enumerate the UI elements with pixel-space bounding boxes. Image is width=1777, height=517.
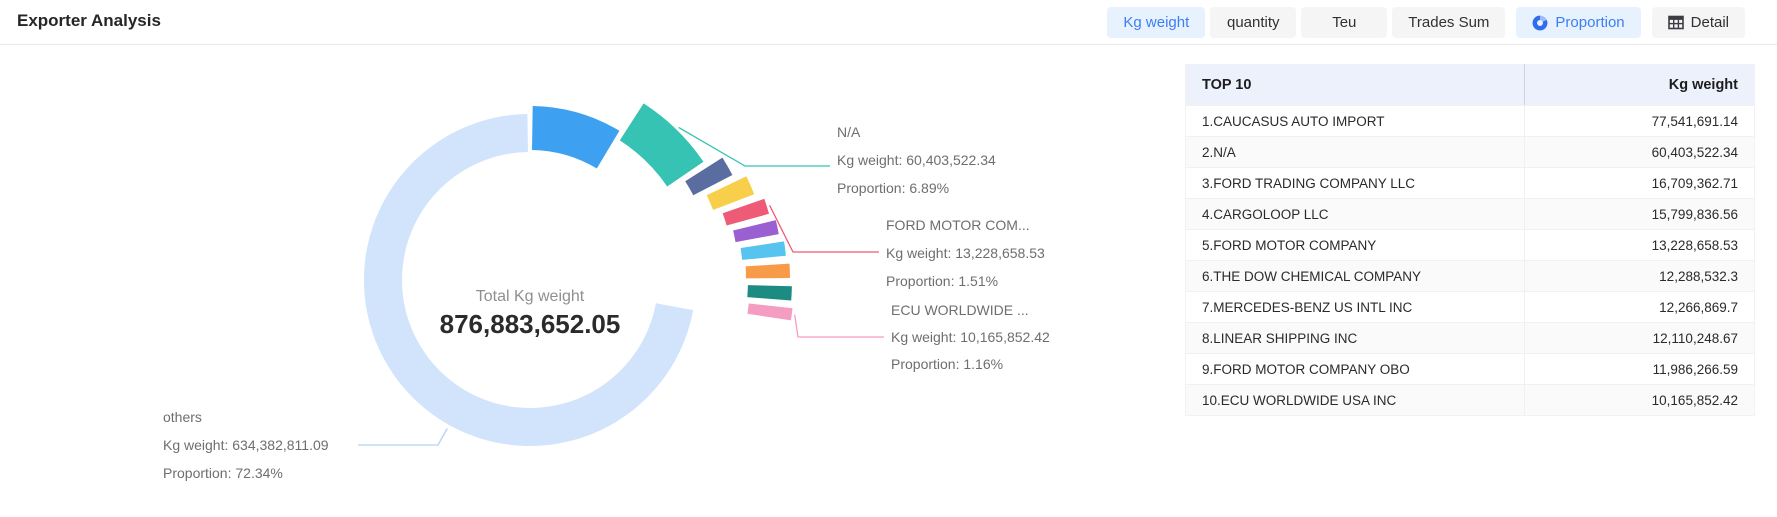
kg-weight-cell: 12,266,869.7 xyxy=(1524,292,1754,322)
top10-table: TOP 10 Kg weight 1.CAUCASUS AUTO IMPORT7… xyxy=(1185,64,1755,416)
exporter-name-cell: 6.THE DOW CHEMICAL COMPANY xyxy=(1186,269,1524,284)
table-icon xyxy=(1668,15,1684,30)
top10-header-value: Kg weight xyxy=(1524,64,1754,105)
callout-ecu-kg: Kg weight: 10,165,852.42 xyxy=(891,324,1050,351)
page-header: Exporter Analysis Kg weight quantity Teu… xyxy=(0,0,1777,45)
tab-teu[interactable]: Teu xyxy=(1301,7,1387,38)
view-button-detail-label: Detail xyxy=(1691,14,1729,31)
exporter-name-cell: 7.MERCEDES-BENZ US INTL INC xyxy=(1186,300,1524,315)
table-row[interactable]: 2.N/A60,403,522.34 xyxy=(1186,136,1754,167)
table-row[interactable]: 1.CAUCASUS AUTO IMPORT77,541,691.14 xyxy=(1186,105,1754,136)
callout-others: others Kg weight: 634,382,811.09 Proport… xyxy=(163,403,329,487)
exporter-name-cell: 1.CAUCASUS AUTO IMPORT xyxy=(1186,114,1524,129)
table-row[interactable]: 4.CARGOLOOP LLC15,799,836.56 xyxy=(1186,198,1754,229)
table-row[interactable]: 6.THE DOW CHEMICAL COMPANY12,288,532.3 xyxy=(1186,260,1754,291)
callout-others-prop: Proportion: 72.34% xyxy=(163,459,329,487)
exporter-name-cell: 5.FORD MOTOR COMPANY xyxy=(1186,238,1524,253)
pie-slice-8[interactable] xyxy=(747,285,792,300)
exporter-name-cell: 9.FORD MOTOR COMPANY OBO xyxy=(1186,362,1524,377)
top10-header-name: TOP 10 xyxy=(1186,77,1524,93)
kg-weight-cell: 60,403,522.34 xyxy=(1524,137,1754,167)
pie-slice-0[interactable] xyxy=(532,106,619,169)
table-row[interactable]: 10.ECU WORLDWIDE USA INC10,165,852.42 xyxy=(1186,384,1754,415)
view-button-detail[interactable]: Detail xyxy=(1652,7,1745,38)
view-button-proportion-label: Proportion xyxy=(1555,14,1624,31)
metric-tab-group: Kg weight quantity Teu Trades Sum Propor… xyxy=(1107,7,1745,38)
exporter-name-cell: 4.CARGOLOOP LLC xyxy=(1186,207,1524,222)
table-row[interactable]: 3.FORD TRADING COMPANY LLC16,709,362.71 xyxy=(1186,167,1754,198)
callout-ford-prop: Proportion: 1.51% xyxy=(886,267,1045,295)
kg-weight-cell: 12,288,532.3 xyxy=(1524,261,1754,291)
callout-others-kg: Kg weight: 634,382,811.09 xyxy=(163,431,329,459)
kg-weight-cell: 11,986,266.59 xyxy=(1524,354,1754,384)
exporter-name-cell: 2.N/A xyxy=(1186,145,1524,160)
callout-others-name: others xyxy=(163,403,329,431)
pie-slice-9[interactable] xyxy=(747,304,792,321)
tab-quantity[interactable]: quantity xyxy=(1210,7,1296,38)
label-leader-line xyxy=(770,205,879,252)
callout-na-kg: Kg weight: 60,403,522.34 xyxy=(837,146,996,174)
donut-chart-icon xyxy=(1532,15,1548,31)
callout-ecu-name: ECU WORLDWIDE ... xyxy=(891,297,1050,324)
callout-na-name: N/A xyxy=(837,118,996,146)
exporter-name-cell: 3.FORD TRADING COMPANY LLC xyxy=(1186,176,1524,191)
table-row[interactable]: 7.MERCEDES-BENZ US INTL INC12,266,869.7 xyxy=(1186,291,1754,322)
pie-slice-7[interactable] xyxy=(746,264,790,279)
label-leader-line xyxy=(358,429,447,446)
pie-slice-others[interactable] xyxy=(364,114,693,446)
kg-weight-cell: 77,541,691.14 xyxy=(1524,106,1754,136)
kg-weight-cell: 12,110,248.67 xyxy=(1524,323,1754,353)
kg-weight-cell: 10,165,852.42 xyxy=(1524,385,1754,415)
top10-table-header: TOP 10 Kg weight xyxy=(1186,64,1754,105)
pie-slice-5[interactable] xyxy=(733,220,779,242)
callout-na-prop: Proportion: 6.89% xyxy=(837,174,996,202)
tab-kg-weight[interactable]: Kg weight xyxy=(1107,7,1205,38)
callout-ecu-worldwide: ECU WORLDWIDE ... Kg weight: 10,165,852.… xyxy=(891,297,1050,378)
tab-trades-sum[interactable]: Trades Sum xyxy=(1392,7,1505,38)
table-row[interactable]: 8.LINEAR SHIPPING INC12,110,248.67 xyxy=(1186,322,1754,353)
callout-ecu-prop: Proportion: 1.16% xyxy=(891,351,1050,378)
page-title: Exporter Analysis xyxy=(17,11,161,31)
table-row[interactable]: 9.FORD MOTOR COMPANY OBO11,986,266.59 xyxy=(1186,353,1754,384)
view-button-proportion[interactable]: Proportion xyxy=(1516,7,1640,38)
exporter-name-cell: 8.LINEAR SHIPPING INC xyxy=(1186,331,1524,346)
pie-slice-6[interactable] xyxy=(741,241,786,260)
exporter-name-cell: 10.ECU WORLDWIDE USA INC xyxy=(1186,393,1524,408)
pie-slice-1[interactable] xyxy=(620,103,704,186)
table-row[interactable]: 5.FORD MOTOR COMPANY13,228,658.53 xyxy=(1186,229,1754,260)
callout-ford-motor: FORD MOTOR COM... Kg weight: 13,228,658.… xyxy=(886,211,1045,295)
label-leader-line xyxy=(795,315,884,337)
callout-ford-name: FORD MOTOR COM... xyxy=(886,211,1045,239)
kg-weight-cell: 13,228,658.53 xyxy=(1524,230,1754,260)
callout-ford-kg: Kg weight: 13,228,658.53 xyxy=(886,239,1045,267)
kg-weight-cell: 15,799,836.56 xyxy=(1524,199,1754,229)
callout-na: N/A Kg weight: 60,403,522.34 Proportion:… xyxy=(837,118,996,202)
top10-table-body: 1.CAUCASUS AUTO IMPORT77,541,691.142.N/A… xyxy=(1186,105,1754,415)
kg-weight-cell: 16,709,362.71 xyxy=(1524,168,1754,198)
